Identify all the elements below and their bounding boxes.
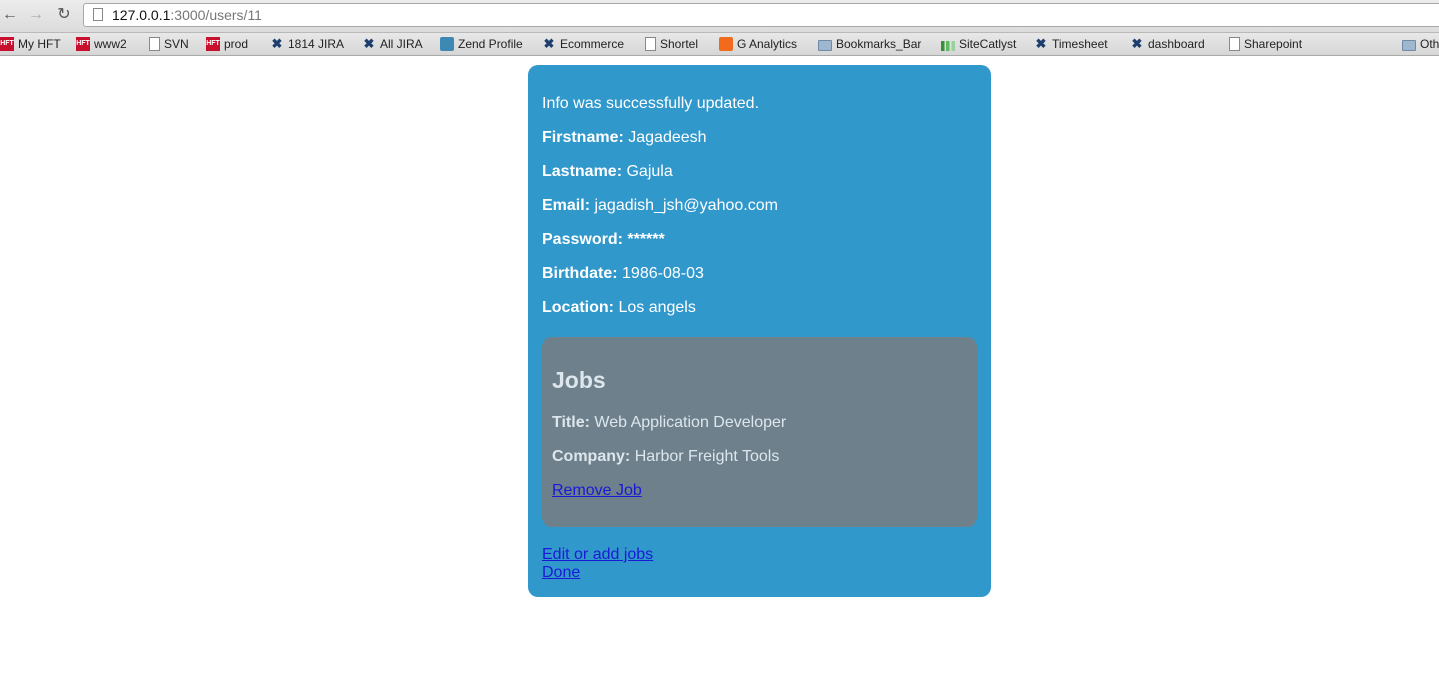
- edit-or-add-jobs-link[interactable]: Edit or add jobs: [542, 546, 653, 563]
- page-icon: [93, 8, 103, 21]
- hft-icon: HFT: [76, 37, 90, 51]
- bookmark-bookmarks-bar[interactable]: Bookmarks_Bar: [818, 36, 921, 52]
- jobs-panel: Jobs Title: Web Application Developer Co…: [542, 337, 977, 527]
- job-company-label: Company:: [552, 448, 631, 465]
- bookmark-label: All JIRA: [380, 37, 423, 51]
- jira-icon: ✖: [1035, 36, 1047, 51]
- bookmark-timesheet[interactable]: ✖ Timesheet: [1034, 36, 1108, 52]
- bookmark-label: My HFT: [18, 37, 61, 51]
- bookmark-prod[interactable]: HFT prod: [206, 36, 248, 52]
- hft-icon: HFT: [0, 37, 14, 51]
- bookmark-sharepoint[interactable]: Sharepoint: [1229, 36, 1302, 52]
- edit-jobs-row: Edit or add jobs: [542, 546, 653, 564]
- back-arrow-icon[interactable]: ←: [1, 6, 19, 24]
- job-title-label: Title:: [552, 414, 590, 431]
- bookmark-label: Bookmarks_Bar: [836, 37, 922, 51]
- email-row: Email: jagadish_jsh@yahoo.com: [542, 197, 778, 215]
- bookmark-all-jira[interactable]: ✖ All JIRA: [362, 36, 423, 52]
- analytics-icon: [719, 37, 733, 51]
- job-title-value: Web Application Developer: [594, 414, 787, 431]
- address-bar[interactable]: 127.0.0.1:3000/users/11: [83, 3, 1439, 27]
- password-row: Password: ******: [542, 231, 665, 249]
- password-label: Password:: [542, 231, 623, 248]
- folder-icon: [818, 39, 832, 51]
- jira-icon: ✖: [363, 36, 375, 51]
- password-value: ******: [627, 231, 665, 248]
- page-icon: [1229, 37, 1240, 51]
- jira-icon: ✖: [271, 36, 283, 51]
- email-label: Email:: [542, 197, 591, 214]
- lastname-label: Lastname:: [542, 163, 623, 180]
- sitecatalyst-icon: [941, 41, 955, 51]
- bookmark-label: G Analytics: [737, 37, 798, 51]
- user-card: Info was successfully updated. Firstname…: [528, 65, 991, 597]
- birthdate-label: Birthdate:: [542, 265, 618, 282]
- bookmark-zend-profile[interactable]: Zend Profile: [440, 36, 523, 52]
- remove-job-row: Remove Job: [552, 482, 642, 500]
- birthdate-row: Birthdate: 1986-08-03: [542, 265, 704, 283]
- bookmark-label: Sharepoint: [1244, 37, 1303, 51]
- bookmark-label: Shortel: [660, 37, 699, 51]
- bookmarks-bar: HFT My HFT HFT www2 SVN HFT prod ✖ 1814 JIRA…: [0, 33, 1439, 56]
- bookmark-label: dashboard: [1148, 37, 1205, 51]
- page-icon: [645, 37, 656, 51]
- page-icon: [149, 37, 160, 51]
- bookmark-label: 1814 JIRA: [288, 37, 345, 51]
- url-path: :3000/users/11: [170, 7, 262, 23]
- forward-arrow-icon[interactable]: →: [27, 6, 45, 24]
- bookmark-sitecatlyst[interactable]: SiteCatlyst: [941, 36, 1016, 52]
- birthdate-value: 1986-08-03: [622, 265, 704, 282]
- zend-icon: [440, 37, 454, 51]
- bookmark-label: Oth: [1420, 37, 1439, 51]
- bookmark-ecommerce[interactable]: ✖ Ecommerce: [542, 36, 624, 52]
- folder-icon: [1402, 39, 1416, 51]
- lastname-value: Gajula: [626, 163, 673, 180]
- done-link[interactable]: Done: [542, 564, 580, 581]
- bookmark-label: SiteCatlyst: [959, 37, 1017, 51]
- url-text[interactable]: 127.0.0.1:3000/users/11: [112, 7, 262, 23]
- firstname-label: Firstname:: [542, 129, 624, 146]
- bookmark-1814-jira[interactable]: ✖ 1814 JIRA: [270, 36, 345, 52]
- email-value: jagadish_jsh@yahoo.com: [594, 197, 778, 214]
- remove-job-link[interactable]: Remove Job: [552, 482, 642, 499]
- location-label: Location:: [542, 299, 614, 316]
- jira-icon: ✖: [1131, 36, 1143, 51]
- bookmark-shortel[interactable]: Shortel: [645, 36, 698, 52]
- firstname-row: Firstname: Jagadeesh: [542, 129, 707, 147]
- location-row: Location: Los angels: [542, 299, 696, 317]
- job-company-value: Harbor Freight Tools: [634, 448, 780, 465]
- bookmark-label: SVN: [164, 37, 189, 51]
- job-title-row: Title: Web Application Developer: [552, 414, 786, 432]
- url-host: 127.0.0.1: [112, 7, 171, 23]
- bookmark-other[interactable]: Oth: [1402, 36, 1439, 52]
- jobs-heading: Jobs: [552, 367, 606, 393]
- bookmark-label: Ecommerce: [560, 37, 625, 51]
- bookmark-my-hft[interactable]: HFT My HFT: [0, 36, 61, 52]
- bookmark-label: Timesheet: [1052, 37, 1108, 51]
- hft-icon: HFT: [206, 37, 220, 51]
- flash-notice: Info was successfully updated.: [542, 95, 760, 112]
- bookmark-label: Zend Profile: [458, 37, 523, 51]
- jira-icon: ✖: [543, 36, 555, 51]
- location-value: Los angels: [618, 299, 696, 316]
- reload-icon[interactable]: ↻: [55, 6, 73, 24]
- bookmark-svn[interactable]: SVN: [149, 36, 189, 52]
- bookmark-g-analytics[interactable]: G Analytics: [719, 36, 797, 52]
- firstname-value: Jagadeesh: [628, 129, 707, 146]
- bookmark-label: prod: [224, 37, 249, 51]
- done-row: Done: [542, 564, 580, 582]
- bookmark-label: www2: [94, 37, 127, 51]
- bookmark-www2[interactable]: HFT www2: [76, 36, 127, 52]
- bookmark-dashboard[interactable]: ✖ dashboard: [1130, 36, 1205, 52]
- browser-toolbar: ← → ↻ 127.0.0.1:3000/users/11: [0, 0, 1439, 33]
- job-company-row: Company: Harbor Freight Tools: [552, 448, 779, 466]
- lastname-row: Lastname: Gajula: [542, 163, 673, 181]
